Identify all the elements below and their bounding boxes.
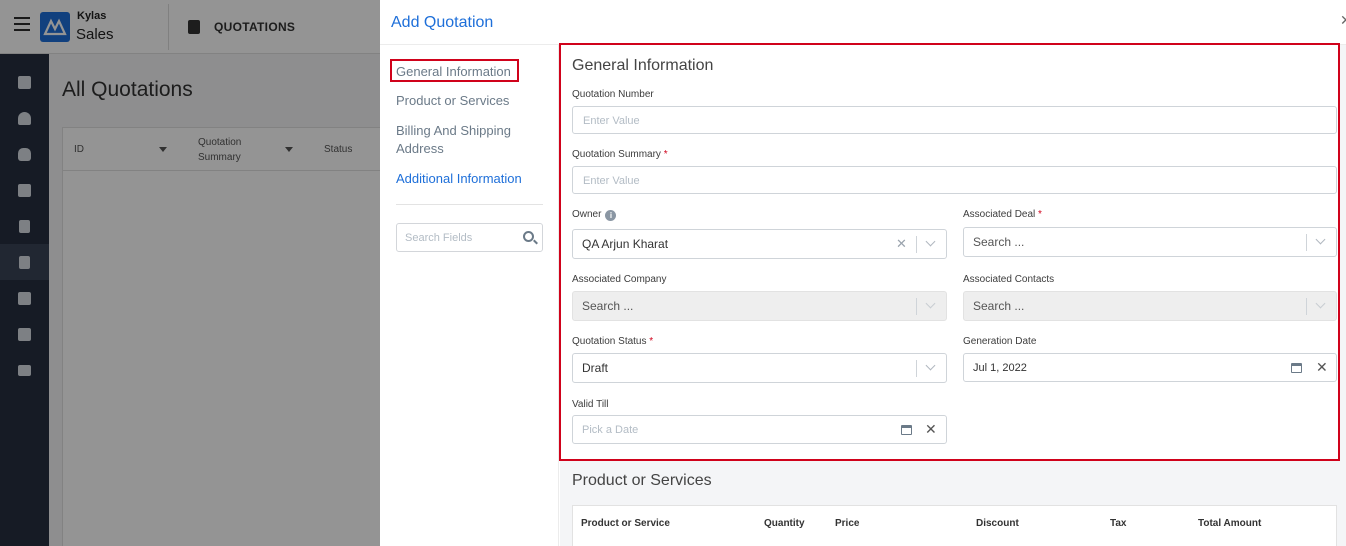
section-title-general-information: General Information: [572, 57, 714, 74]
associated-company-select: Search ...: [572, 291, 947, 321]
owner-value: QA Arjun Kharat: [582, 237, 669, 251]
column-quantity: Quantity: [764, 518, 805, 529]
column-total-amount: Total Amount: [1198, 518, 1262, 529]
generation-date-input[interactable]: Jul 1, 2022 ✕: [963, 353, 1337, 382]
nav-billing-and-shipping-address[interactable]: Billing And Shipping Address: [396, 122, 526, 158]
column-discount: Discount: [976, 518, 1019, 529]
clear-date-icon[interactable]: ✕: [925, 421, 937, 438]
select-divider: [916, 360, 917, 377]
quotation-summary-label: Quotation Summary *: [572, 149, 668, 160]
quotation-number-label: Quotation Number: [572, 89, 654, 100]
section-title-product-or-services: Product or Services: [572, 472, 712, 489]
associated-deal-label: Associated Deal *: [963, 209, 1042, 220]
calendar-icon[interactable]: [901, 425, 912, 435]
nav-product-or-services[interactable]: Product or Services: [396, 92, 546, 110]
quotation-summary-input[interactable]: Enter Value: [572, 166, 1337, 194]
search-icon[interactable]: [523, 231, 534, 242]
valid-till-label: Valid Till: [572, 399, 609, 410]
info-icon[interactable]: i: [605, 210, 617, 221]
nav-additional-information[interactable]: Additional Information: [396, 170, 546, 188]
column-tax: Tax: [1110, 518, 1127, 529]
calendar-icon[interactable]: [1291, 363, 1302, 373]
chevron-down-icon[interactable]: [1315, 234, 1326, 245]
select-divider: [1306, 298, 1307, 315]
owner-select[interactable]: QA Arjun Kharat ✕: [572, 229, 947, 259]
column-price: Price: [835, 518, 860, 529]
column-product-or-service: Product or Service: [581, 518, 670, 529]
quotation-number-placeholder: Enter Value: [583, 115, 640, 127]
owner-label: Owner i: [572, 209, 617, 221]
generation-date-label: Generation Date: [963, 336, 1037, 347]
quotation-summary-placeholder: Enter Value: [583, 175, 640, 187]
chevron-down-icon: [925, 298, 936, 309]
modal-title: Add Quotation: [391, 14, 494, 31]
search-fields-placeholder: Search Fields: [405, 232, 473, 244]
chevron-down-icon[interactable]: [925, 236, 936, 247]
search-fields-input[interactable]: Search Fields: [396, 223, 543, 252]
associated-company-placeholder: Search ...: [582, 299, 634, 313]
associated-company-label: Associated Company: [572, 274, 667, 285]
section-navigation: General Information Product or Services …: [380, 45, 559, 546]
quotation-status-select[interactable]: Draft: [572, 353, 947, 383]
associated-contacts-select: Search ...: [963, 291, 1337, 321]
products-table: Product or Service Quantity Price Discou…: [572, 505, 1337, 546]
nav-divider: [396, 204, 543, 205]
select-divider: [1306, 234, 1307, 251]
clear-date-icon[interactable]: ✕: [1316, 359, 1328, 376]
associated-deal-placeholder: Search ...: [973, 235, 1025, 249]
select-divider: [916, 236, 917, 253]
generation-date-value: Jul 1, 2022: [973, 362, 1027, 374]
modal-backdrop[interactable]: [0, 0, 380, 546]
quotation-number-input[interactable]: Enter Value: [572, 106, 1337, 134]
associated-contacts-placeholder: Search ...: [973, 299, 1025, 313]
nav-general-information[interactable]: General Information: [396, 63, 546, 81]
select-divider: [916, 298, 917, 315]
valid-till-input[interactable]: Pick a Date ✕: [572, 415, 947, 444]
quotation-status-label: Quotation Status *: [572, 336, 654, 347]
chevron-down-icon: [1315, 298, 1326, 309]
close-icon[interactable]: ✕: [1340, 12, 1346, 29]
quotation-status-value: Draft: [582, 361, 609, 375]
associated-deal-select[interactable]: Search ...: [963, 227, 1337, 257]
valid-till-placeholder: Pick a Date: [582, 424, 639, 436]
clear-icon[interactable]: ✕: [896, 236, 907, 252]
associated-contacts-label: Associated Contacts: [963, 274, 1055, 285]
chevron-down-icon[interactable]: [925, 360, 936, 371]
